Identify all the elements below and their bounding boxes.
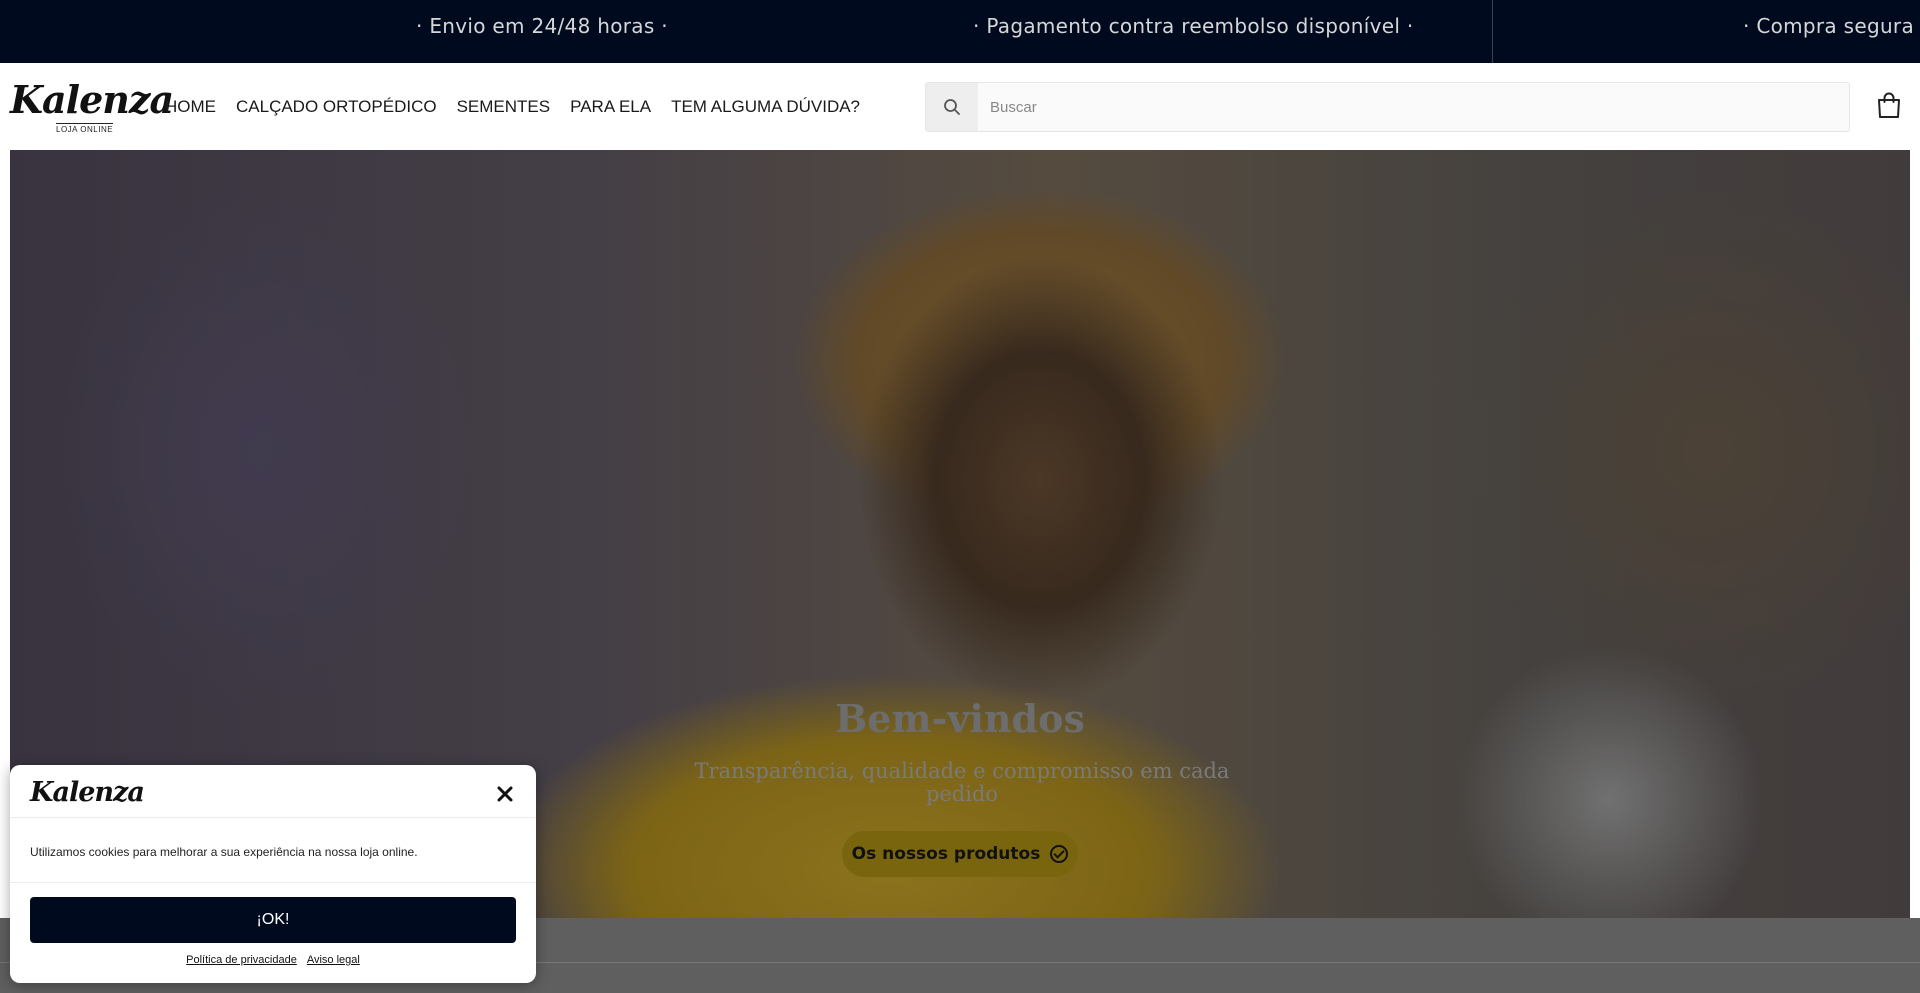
cookie-links: Política de privacidade Aviso legal	[10, 954, 536, 966]
nav-faq[interactable]: TEM ALGUMA DÚVIDA?	[671, 97, 860, 117]
shopping-bag-icon[interactable]	[1876, 91, 1902, 119]
search-icon	[944, 99, 960, 115]
cookie-divider-top	[10, 817, 536, 818]
announcement-bar: · Envio em 24/48 horas · · Pagamento con…	[0, 0, 1920, 63]
cookie-accept-button[interactable]: ¡OK!	[30, 897, 516, 943]
cookie-logo: Kalenza	[30, 775, 145, 815]
search-button[interactable]	[926, 83, 978, 131]
cookie-logo-wordmark: Kalenza	[30, 777, 145, 808]
announcement-secure: · Compra segura ·	[1743, 14, 1920, 38]
nav-orthopedic-shoes[interactable]: CALÇADO ORTOPÉDICO	[236, 97, 437, 117]
cookie-divider-bottom	[10, 882, 536, 883]
search-input[interactable]	[990, 95, 1830, 119]
cookie-consent-dialog: Kalenza Utilizamos cookies para melhorar…	[10, 765, 536, 983]
cookie-message: Utilizamos cookies para melhorar a sua e…	[30, 845, 418, 859]
our-products-label: Os nossos produtos	[851, 844, 1041, 864]
main-nav: HOME CALÇADO ORTOPÉDICO SEMENTES PARA EL…	[165, 97, 860, 117]
announcement-divider	[1492, 0, 1493, 63]
logo-subtitle: LOJA ONLINE	[56, 123, 114, 134]
close-icon[interactable]	[496, 785, 514, 803]
check-circle-icon	[1050, 845, 1069, 863]
search-bar	[925, 82, 1850, 132]
announcement-shipping: · Envio em 24/48 horas ·	[416, 14, 668, 38]
hero-title: Bem-vindos	[835, 696, 1085, 741]
privacy-policy-link[interactable]: Política de privacidade	[186, 954, 297, 966]
nav-seeds[interactable]: SEMENTES	[457, 97, 551, 117]
site-logo[interactable]: Kalenza LOJA ONLINE	[10, 77, 174, 135]
hero-subtitle: Transparência, qualidade e compromisso e…	[694, 759, 1230, 806]
nav-home[interactable]: HOME	[165, 97, 216, 117]
our-products-button[interactable]: Os nossos produtos	[842, 831, 1078, 877]
site-header: Kalenza LOJA ONLINE HOME CALÇADO ORTOPÉD…	[0, 63, 1920, 149]
legal-notice-link[interactable]: Aviso legal	[307, 954, 360, 966]
nav-for-her[interactable]: PARA ELA	[570, 97, 651, 117]
announcement-payment: · Pagamento contra reembolso disponível …	[973, 14, 1414, 38]
logo-wordmark: Kalenza	[10, 77, 174, 122]
